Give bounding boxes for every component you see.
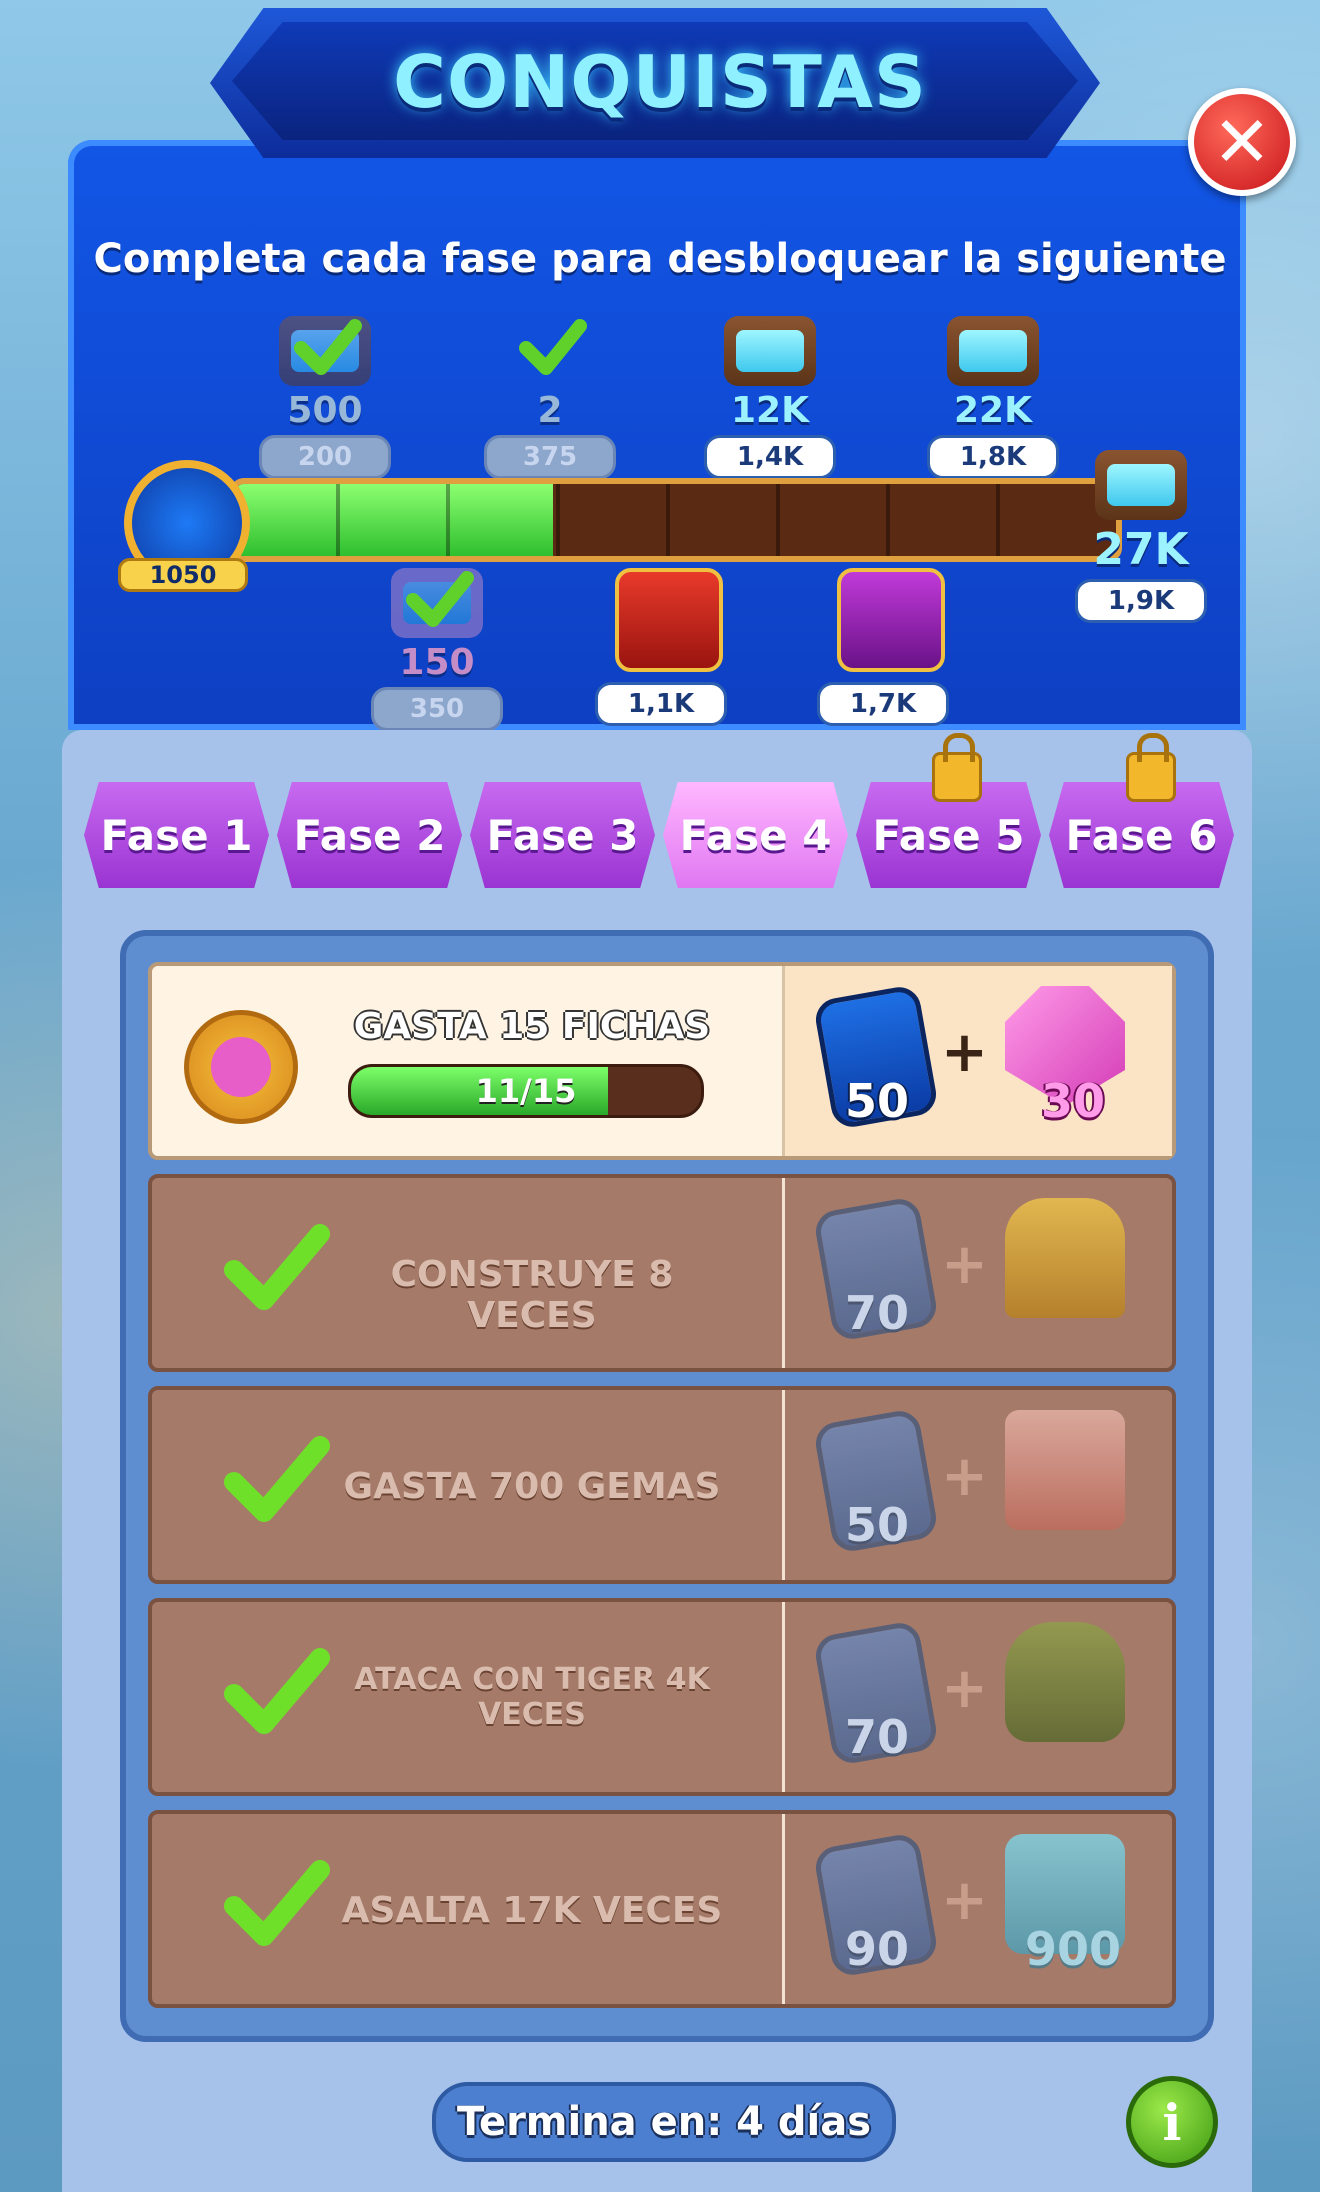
token-cost: 1,1K [595, 682, 727, 726]
check-icon [224, 1648, 330, 1734]
close-icon: ✕ [1212, 101, 1272, 183]
task-title: GASTA 700 GEMAS [343, 1466, 721, 1507]
token-cost: 1,7K [817, 682, 949, 726]
time-remaining: Termina en: 4 días [432, 2082, 896, 2162]
track-reward-4[interactable]: 22K 1,8K [918, 316, 1068, 479]
task-reward: 70 + [785, 1602, 1172, 1792]
plus-sign: + [941, 1444, 988, 1509]
task-reward: 50 + [785, 1390, 1172, 1580]
token-reward-amount: 50 [844, 1498, 909, 1552]
track-reward-6[interactable]: 150 350 [362, 568, 512, 731]
task-row-current[interactable]: GASTA 15 FICHAS 11/15 50 + 30 [148, 962, 1176, 1160]
chest-icon [724, 316, 816, 386]
token-reward-amount: 70 [844, 1286, 909, 1340]
task-reward: 90 + 900 [785, 1814, 1172, 2004]
item-reward-amount: 30 [1040, 1074, 1105, 1128]
check-icon [406, 571, 474, 627]
lock-icon [1126, 733, 1176, 802]
task-row[interactable]: ATACA CON TIGER 4K VECES 70 + [148, 1598, 1176, 1796]
close-button[interactable]: ✕ [1188, 88, 1296, 196]
medal-icon [184, 1010, 298, 1124]
task-title: ATACA CON TIGER 4K VECES [354, 1662, 710, 1732]
task-row[interactable]: CONSTRUYE 8 VECES 70 + [148, 1174, 1176, 1372]
task-row[interactable]: ASALTA 17K VECES 90 + 900 [148, 1810, 1176, 2008]
token-reward-amount: 50 [844, 1074, 909, 1128]
golden-sphinx-icon [1005, 1198, 1125, 1318]
tab-fase-2[interactable]: Fase 2 [277, 782, 462, 888]
reward-amount: 150 [399, 642, 475, 683]
task-progress-text: 11/15 [475, 1072, 577, 1110]
plus-sign: + [941, 1232, 988, 1297]
item-reward-amount: 900 [1024, 1922, 1122, 1976]
task-reward: 50 + 30 [785, 966, 1172, 1156]
task-reward: 70 + [785, 1178, 1172, 1368]
task-title: ASALTA 17K VECES [341, 1890, 723, 1931]
plus-sign: + [941, 1656, 988, 1721]
reward-amount: 2 [537, 390, 563, 431]
token-cost: 1,4K [704, 435, 836, 479]
purple-chest-icon [837, 568, 945, 672]
tab-fase-3[interactable]: Fase 3 [470, 782, 655, 888]
check-icon [519, 319, 587, 375]
token-cost: 1,8K [927, 435, 1059, 479]
task-progress-bar: 11/15 [348, 1064, 704, 1118]
red-chest-icon [615, 568, 723, 672]
plus-sign: + [941, 1020, 988, 1085]
tab-fase-4[interactable]: Fase 4 [663, 782, 848, 888]
reward-amount: 22K [954, 390, 1032, 431]
chest-icon [947, 316, 1039, 386]
check-icon [224, 1436, 330, 1522]
page-title: CONQUISTAS [393, 40, 927, 124]
track-reward-3[interactable]: 12K 1,4K [695, 316, 845, 479]
check-icon [224, 1860, 330, 1946]
task-title: CONSTRUYE 8 VECES [390, 1254, 674, 1336]
subtitle: Completa cada fase para desbloquear la s… [93, 236, 1227, 282]
info-icon: i [1162, 2092, 1182, 2152]
token-reward-amount: 70 [844, 1710, 909, 1764]
info-button[interactable]: i [1126, 2076, 1218, 2168]
reward-amount: 27K [1093, 524, 1189, 575]
task-title: GASTA 15 FICHAS [353, 1006, 711, 1047]
token-cost: 200 [259, 435, 391, 479]
token-count: 1050 [118, 558, 248, 592]
plus-sign: + [941, 1868, 988, 1933]
token-cost: 375 [484, 435, 616, 479]
token-cost: 350 [371, 687, 503, 731]
gift-box-icon [1005, 1410, 1125, 1530]
check-icon [294, 319, 362, 375]
track-reward-2[interactable]: 2 375 [475, 316, 625, 479]
check-icon [224, 1224, 330, 1310]
track-reward-1[interactable]: 500 200 [250, 316, 400, 479]
track-reward-8[interactable]: 1,7K [808, 568, 958, 726]
track-reward-5[interactable]: 27K 1,9K [1066, 450, 1216, 623]
lock-icon [932, 733, 982, 802]
tab-fase-1[interactable]: Fase 1 [84, 782, 269, 888]
track-reward-7[interactable]: 1,1K [586, 568, 736, 726]
lantern-icon [1005, 1622, 1125, 1742]
chest-icon [1095, 450, 1187, 520]
phase-progress-bar [230, 478, 1122, 562]
token-reward-amount: 90 [844, 1922, 909, 1976]
task-row[interactable]: GASTA 700 GEMAS 50 + [148, 1386, 1176, 1584]
token-cost: 1,9K [1075, 579, 1207, 623]
progress-fill [236, 484, 553, 556]
reward-amount: 500 [287, 390, 363, 431]
reward-amount: 12K [731, 390, 809, 431]
